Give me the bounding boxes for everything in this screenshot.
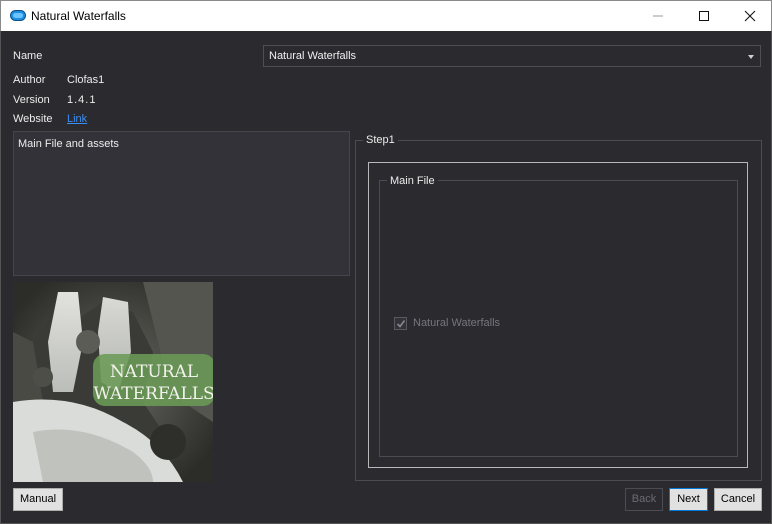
- option-label: Natural Waterfalls: [413, 317, 501, 329]
- installer-window: Name Natural Waterfalls Author Clofas1 V…: [0, 31, 772, 524]
- minimize-icon: [653, 15, 663, 17]
- website-label: Website: [13, 113, 53, 125]
- cancel-button[interactable]: Cancel: [714, 488, 762, 511]
- name-dropdown[interactable]: Natural Waterfalls: [263, 45, 761, 67]
- close-button[interactable]: [727, 1, 772, 31]
- version-value: 1.4.1: [67, 94, 97, 106]
- version-label: Version: [13, 94, 50, 106]
- name-label: Name: [13, 50, 43, 62]
- maximize-icon: [699, 11, 709, 21]
- author-label: Author: [13, 74, 46, 86]
- app-cloud-icon: [10, 10, 26, 21]
- window-title: Natural Waterfalls: [31, 9, 126, 23]
- option-checkbox[interactable]: [394, 317, 407, 330]
- step-title: Step1: [363, 134, 398, 146]
- next-button[interactable]: Next: [669, 488, 708, 511]
- name-dropdown-value: Natural Waterfalls: [269, 50, 357, 62]
- close-icon: [744, 10, 756, 22]
- main-file-group-title: Main File: [387, 175, 438, 187]
- preview-image: NATURAL WATERFALLS: [13, 282, 213, 482]
- back-button[interactable]: Back: [625, 488, 663, 511]
- waterfall-image: NATURAL WATERFALLS: [13, 282, 213, 482]
- description-text: Main File and assets: [18, 138, 119, 150]
- minimize-button[interactable]: [635, 1, 681, 31]
- preview-caption-line2: WATERFALLS: [93, 384, 213, 404]
- chevron-down-icon: [748, 55, 754, 59]
- website-link[interactable]: Link: [67, 113, 87, 125]
- checkmark-icon: [396, 320, 406, 328]
- maximize-button[interactable]: [681, 1, 727, 31]
- preview-caption-line1: NATURAL: [110, 362, 198, 382]
- title-bar: Natural Waterfalls: [0, 0, 772, 31]
- manual-button[interactable]: Manual: [13, 488, 63, 511]
- author-value: Clofas1: [67, 74, 105, 86]
- description-box[interactable]: Main File and assets: [13, 131, 350, 276]
